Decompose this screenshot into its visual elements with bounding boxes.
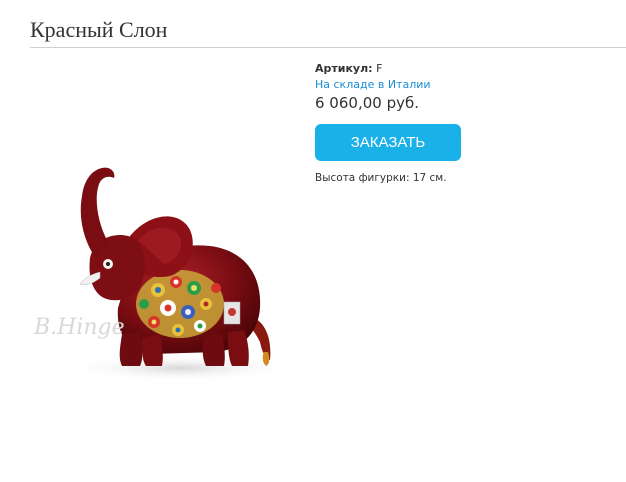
sku-line: Артикул: F	[315, 62, 615, 76]
sku-label: Артикул:	[315, 62, 373, 75]
watermark-signature: B.Hinge	[33, 315, 125, 340]
sku-value: F	[376, 62, 383, 75]
title-divider	[30, 47, 626, 48]
elephant-figurine-illustration: B.Hinge	[33, 167, 298, 382]
product-info: Артикул: F На складе в Италии 6 060,00 р…	[315, 62, 615, 185]
order-button[interactable]: ЗАКАЗАТЬ	[315, 124, 461, 161]
height-note: Высота фигурки: 17 см.	[315, 172, 447, 184]
price: 6 060,00 руб.	[315, 94, 419, 112]
product-image[interactable]: B.Hinge	[30, 72, 298, 478]
stock-status-link[interactable]: На складе в Италии	[315, 77, 615, 92]
page-title: Красный Слон	[30, 17, 168, 42]
